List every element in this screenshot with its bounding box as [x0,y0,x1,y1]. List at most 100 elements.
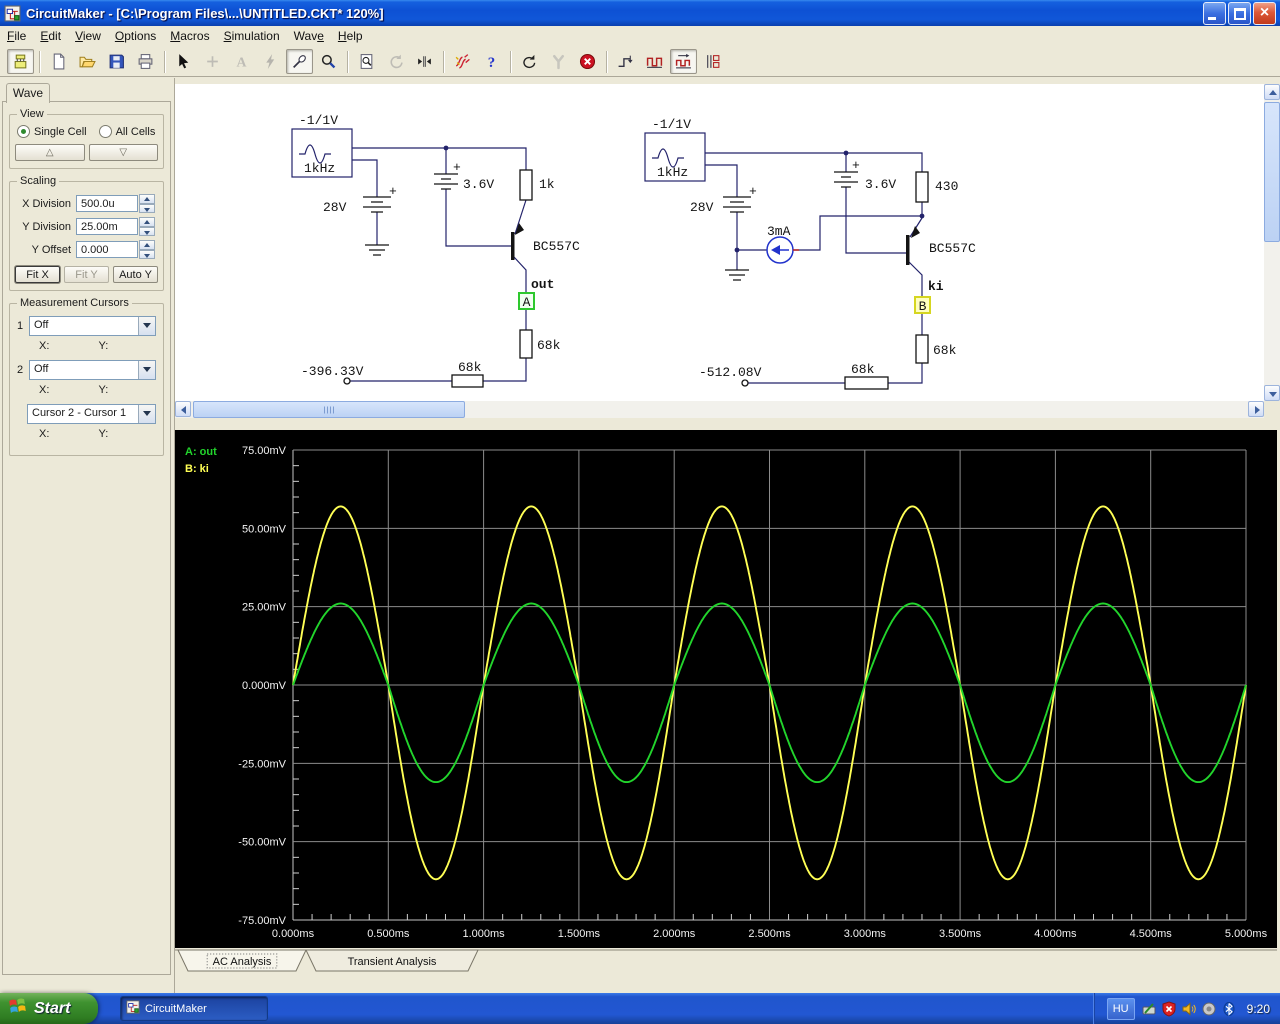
probe-button[interactable] [286,49,313,74]
menu-macros[interactable]: Macros [163,27,216,46]
chevron-down-icon[interactable] [138,405,155,423]
print-button[interactable] [132,49,159,74]
radio-label: All Cells [115,125,156,138]
new-button[interactable] [45,49,72,74]
menu-simulation[interactable]: Simulation [217,27,287,46]
spinner-up-icon[interactable] [139,240,155,250]
analog-wave-button[interactable] [670,49,697,74]
cursor-diff-select[interactable]: Cursor 2 - Cursor 1 [27,404,156,424]
chevron-down-icon[interactable] [138,317,155,335]
radio-single-cell[interactable]: Single Cell [17,125,87,138]
x-division-input[interactable]: 500.0u [76,195,138,212]
tab-wave[interactable]: Wave [6,83,50,103]
y-tick-label: -25.00mV [238,758,286,770]
resistor-430-label: 430 [935,179,958,194]
security-alert-icon[interactable] [1161,1000,1177,1017]
x-tick-label: 2.500ms [748,928,791,940]
minimize-button[interactable] [1203,1,1226,25]
terminal-2[interactable] [741,379,749,387]
scroll-right-icon[interactable] [1248,401,1264,417]
preview-button[interactable] [353,49,380,74]
start-button[interactable]: Start [0,993,98,1024]
audio-device-icon[interactable] [1201,1001,1217,1017]
plus-icon: + [749,184,757,199]
cursor1-select[interactable]: Off [29,316,156,336]
magnifier-icon [320,53,337,70]
battery-3v6-2[interactable] [834,171,858,188]
menu-file[interactable]: File [0,27,33,46]
help-button[interactable]: ? [478,49,505,74]
digital-wave-button[interactable] [641,49,668,74]
spinner-down-icon[interactable] [139,203,155,213]
scroll-down-icon[interactable] [1264,385,1280,401]
volume-icon[interactable] [1181,1001,1197,1017]
cursor2-number: 2 [17,364,24,376]
taskbar-item-circuitmaker[interactable]: CircuitMaker [120,996,268,1021]
spinner-down-icon[interactable] [139,226,155,236]
menu-wave[interactable]: Wave [287,27,331,46]
close-button[interactable] [1253,1,1276,25]
stop-button[interactable] [574,49,601,74]
save-button[interactable] [103,49,130,74]
radio-all-cells[interactable]: All Cells [98,125,156,138]
probe-a-label: A [523,295,531,310]
language-indicator[interactable]: HU [1106,997,1135,1020]
reset-button[interactable] [516,49,543,74]
cursor-diff-readout: X: Y: [39,428,158,440]
scroll-thumb[interactable] [1264,102,1280,242]
bluetooth-icon[interactable] [1221,1001,1237,1017]
y-offset-input[interactable]: 0.000 [76,241,138,258]
cell-down-button[interactable]: ▽ [88,144,158,161]
battery-3v6-1[interactable] [434,173,458,190]
zoom-button[interactable] [315,49,342,74]
menu-options[interactable]: Options [108,27,163,46]
restore-button[interactable] [1228,1,1251,25]
transistor-q2[interactable] [906,235,910,265]
title-bar: CircuitMaker - [C:\Program Files\...\UNT… [0,0,1280,26]
select-button[interactable] [170,49,197,74]
schematic-vertical-scrollbar[interactable] [1264,84,1280,401]
resistor-68k-series-1[interactable] [451,374,484,388]
resistor-68k-load-2[interactable] [915,334,929,364]
resistor-68k-load-1[interactable] [519,329,533,359]
menu-help[interactable]: Help [331,27,370,46]
y-division-input[interactable]: 25.00m [76,218,138,235]
taskbar-clock[interactable]: 9:20 [1247,1002,1270,1016]
menu-edit[interactable]: Edit [33,27,68,46]
current-source-3ma[interactable] [766,236,799,264]
spinner-up-icon[interactable] [139,194,155,204]
transistor-q1[interactable] [511,232,515,260]
waveform-plot[interactable]: 75.00mV 50.00mV 25.00mV 0.000mV -25.00mV -50.… [175,430,1277,948]
browse-button[interactable] [7,49,34,74]
menu-view[interactable]: View [68,27,108,46]
toolbar-separator [164,50,165,73]
cursor2-value: Off [34,363,49,375]
battery-28v-1[interactable] [363,196,391,213]
spinner-down-icon[interactable] [139,249,155,259]
schematic-canvas[interactable]: A B -1/1V 1kHz 28V + + 3.6V 1k BC557C ou… [175,84,1264,401]
mirror-button[interactable] [411,49,438,74]
fit-x-button[interactable]: Fit X [15,266,60,283]
resistor-1k[interactable] [519,169,533,201]
logic-display-button[interactable] [699,49,726,74]
schematic-horizontal-scrollbar[interactable] [175,401,1264,418]
plus-icon: + [852,158,860,173]
battery-28v-2[interactable] [723,196,751,213]
cursor2-select[interactable]: Off [29,360,156,380]
scroll-thumb[interactable] [193,401,465,418]
resistor-430[interactable] [915,171,929,203]
resistor-68k-series-2[interactable] [844,376,889,390]
probe-a[interactable]: A [518,292,535,310]
probe-b[interactable]: B [914,296,931,314]
pen-tablet-icon[interactable] [1141,1001,1157,1017]
chevron-down-icon[interactable] [138,361,155,379]
cell-up-button[interactable]: △ [15,144,85,161]
scroll-left-icon[interactable] [175,401,191,417]
auto-y-button[interactable]: Auto Y [113,266,158,283]
step-display-button[interactable] [612,49,639,74]
analysis-tab-strip: AC Analysis Transient Analysis [175,949,1277,975]
analyses-button[interactable] [449,49,476,74]
spinner-up-icon[interactable] [139,217,155,227]
open-button[interactable] [74,49,101,74]
scroll-up-icon[interactable] [1264,84,1280,100]
